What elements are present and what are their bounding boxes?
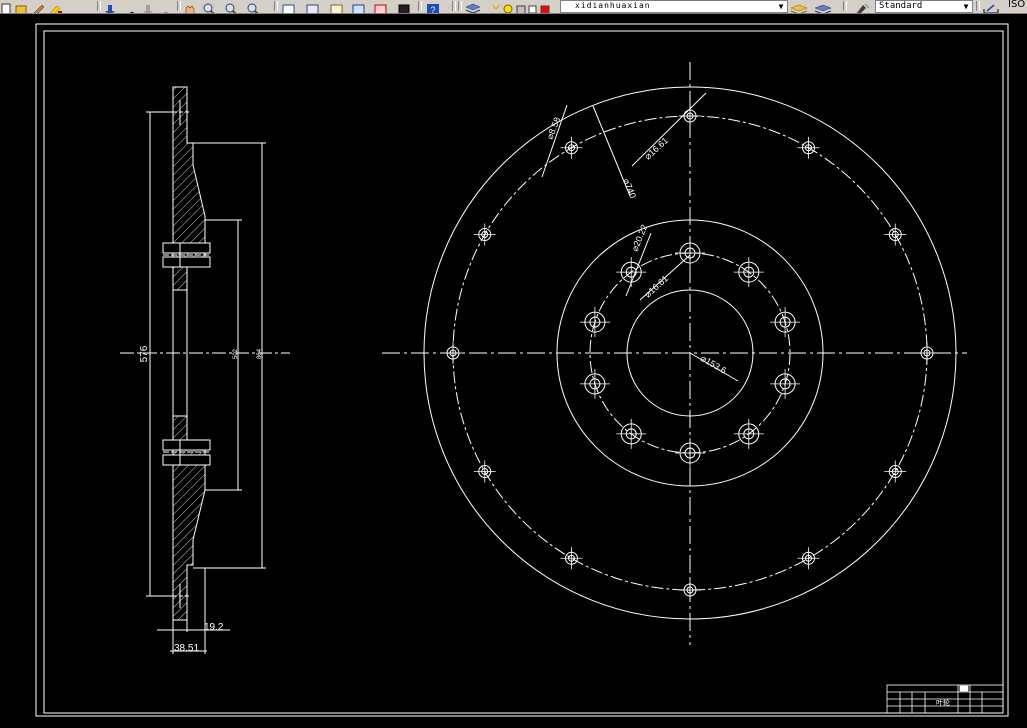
file-tool-group [0, 0, 100, 13]
text-style-icon[interactable] [853, 3, 873, 14]
dim-total-height: 576 [139, 345, 150, 362]
file-tool-icons [1, 3, 62, 13]
layer-color-swatch [540, 5, 550, 13]
zoom-previous-icon [247, 3, 259, 13]
dim-inner-1: 502 [233, 348, 239, 359]
zoom-window-icon [225, 3, 237, 13]
designcenter-icon [306, 4, 319, 13]
drawing-canvas[interactable]: 576 502 864 19.2 38.51 ⌀8.58 ⌀16.61 ⌀740… [0, 14, 1027, 728]
dim-thickness-2: 38.51 [174, 643, 199, 654]
sheetset-icon [352, 4, 365, 13]
chevron-down-icon[interactable]: ▼ [961, 1, 971, 12]
open-icon [15, 5, 27, 13]
markup-icon [374, 4, 387, 13]
standard-toolbar: ? xidianhuaxian ▼ Standard ▼ ISO [0, 0, 1027, 14]
layer-name: xidianhuaxian [575, 1, 651, 10]
undo-icon[interactable] [105, 5, 115, 14]
zoom-tool-icons [185, 3, 259, 13]
layer-extra-icons [790, 4, 832, 13]
zoom-realtime-icon [203, 3, 215, 13]
text-style-value: Standard [879, 1, 923, 11]
layer-on-icon [492, 4, 500, 10]
dim-style-icon[interactable] [982, 3, 1002, 14]
redo-icon[interactable] [143, 5, 153, 14]
dim-style-dropdown[interactable]: ISO [1008, 0, 1025, 10]
layer-manager-icon [465, 3, 481, 13]
layer-color-icon [528, 5, 537, 13]
calculator-icon [398, 4, 410, 13]
layer-previous-icon [814, 4, 832, 13]
undo-redo-icons [105, 5, 168, 14]
title-part-name: 叶轮 [936, 698, 950, 707]
chevron-down-icon[interactable]: ▼ [776, 1, 786, 12]
layer-dropdown[interactable]: xidianhuaxian ▼ [560, 0, 788, 13]
toolpalette-icon [330, 4, 343, 13]
dim-thickness-1: 19.2 [204, 622, 224, 633]
help-icon[interactable]: ? [425, 3, 445, 14]
palette-tool-icons [282, 4, 410, 13]
text-style-dropdown[interactable]: Standard ▼ [875, 0, 973, 13]
properties-icon [282, 4, 295, 13]
layer-thaw-icon [503, 4, 513, 13]
dim-inner-2: 864 [257, 348, 263, 359]
svg-text:?: ? [430, 5, 435, 14]
layer-lock-icon [516, 5, 526, 13]
pan-icon [185, 5, 195, 13]
make-object-layer-current-icon [790, 4, 808, 13]
new-icon [1, 3, 11, 13]
layer-tool-icons [465, 3, 550, 13]
edit-icon [33, 4, 45, 13]
